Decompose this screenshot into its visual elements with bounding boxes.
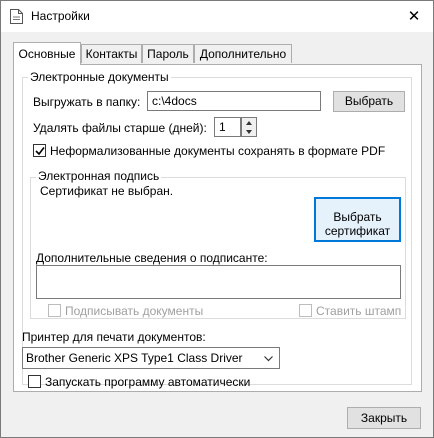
tab-panel-main: Электронные документы Выгружать в папку:… [13, 64, 422, 392]
select-certificate-button[interactable]: Выбрать сертификат [314, 197, 401, 242]
signer-info-label: Дополнительные сведения о подписанте: [36, 251, 268, 265]
pdf-checkbox-label: Неформализованные документы сохранять в … [50, 144, 386, 158]
pdf-checkbox[interactable] [33, 144, 46, 157]
printer-select[interactable]: Brother Generic XPS Type1 Class Driver [22, 347, 280, 369]
spin-down-icon[interactable] [245, 129, 253, 135]
close-button[interactable]: Закрыть [347, 407, 421, 429]
printer-label: Принтер для печати документов: [22, 330, 206, 344]
tab-label: Дополнительно [199, 47, 287, 61]
tab-label: Пароль [147, 47, 189, 61]
document-icon [10, 9, 23, 24]
tab-advanced[interactable]: Дополнительно [194, 44, 292, 63]
printer-selected-value: Brother Generic XPS Type1 Class Driver [26, 351, 243, 365]
autostart-label: Запускать программу автоматически [45, 375, 251, 389]
export-folder-input[interactable]: c:\4docs [147, 91, 321, 111]
signer-info-input[interactable] [36, 265, 401, 299]
select-cert-line1: Выбрать [333, 210, 382, 224]
close-window-button[interactable]: ✕ [397, 4, 431, 30]
tab-password[interactable]: Пароль [142, 44, 194, 63]
tab-label: Контакты [85, 47, 138, 61]
title-bar: Настройки ✕ [1, 1, 433, 32]
days-spinner[interactable] [241, 117, 257, 137]
edocs-group-title: Электронные документы [28, 70, 171, 84]
tab-contacts[interactable]: Контакты [81, 44, 142, 63]
autostart-checkbox[interactable] [28, 375, 41, 388]
browse-folder-button[interactable]: Выбрать [333, 91, 405, 112]
sign-documents-label: Подписывать документы [65, 304, 204, 318]
chevron-down-icon[interactable] [264, 356, 273, 362]
certificate-status: Сертификат не выбран. [40, 184, 174, 198]
export-folder-label: Выгружать в папку: [33, 95, 141, 109]
spin-up-icon[interactable] [245, 120, 253, 126]
select-cert-line2: сертификат [324, 224, 391, 238]
stamp-checkbox[interactable] [299, 304, 312, 317]
delete-days-input[interactable]: 1 [214, 117, 241, 137]
close-icon: ✕ [407, 8, 421, 25]
window-title: Настройки [31, 9, 90, 23]
sign-documents-checkbox[interactable] [48, 304, 61, 317]
checkmark-icon [35, 147, 45, 156]
delete-days-label: Удалять файлы старше (дней): [33, 121, 207, 135]
stamp-label: Ставить штамп [316, 304, 402, 318]
tab-main[interactable]: Основные [13, 42, 81, 65]
tab-label: Основные [18, 47, 76, 61]
settings-window: Настройки ✕ Основные Контакты Пароль Доп… [0, 0, 434, 438]
esign-group-title: Электронная подпись [36, 169, 162, 183]
